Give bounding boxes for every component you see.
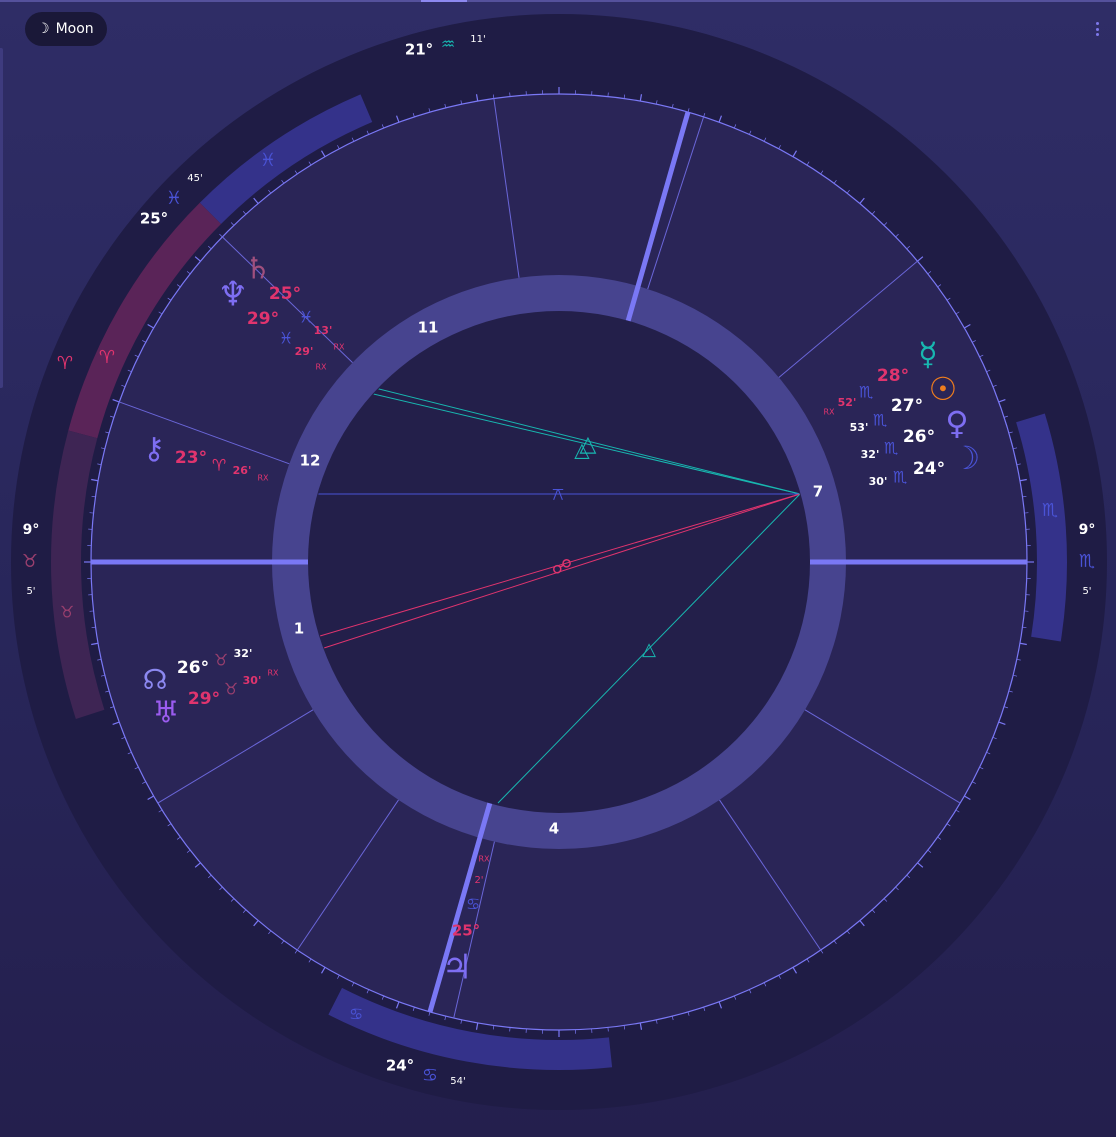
sun-sign-icon: ♏ <box>873 411 887 430</box>
ic-minutes: 54' <box>450 1076 465 1087</box>
pisces-band-icon: ♓ <box>260 150 276 171</box>
mercury-minutes: 52' <box>838 396 857 409</box>
moon-icon: ☽ <box>952 439 981 477</box>
venus-minutes: 32' <box>861 448 880 461</box>
aries-band-icon: ♈ <box>99 347 115 368</box>
saturn-sign-icon: ♓ <box>299 308 313 327</box>
venus-icon: ♀ <box>945 404 968 442</box>
cancer-icon: ♋ <box>422 1065 438 1086</box>
neptune-minutes: 29' <box>295 345 314 358</box>
jupiter-retrograde: RX <box>478 855 490 864</box>
moon-minutes: 30' <box>869 475 888 488</box>
neptune-retrograde: RX <box>315 363 327 372</box>
scorpio-icon: ♏ <box>1079 551 1095 572</box>
uranus-minutes: 30' <box>243 674 262 687</box>
chiron-sign-icon: ♈ <box>212 456 226 475</box>
venus-degree: 26° <box>903 427 935 447</box>
uranus-degree: 29° <box>188 689 220 709</box>
cancer-band-icon: ♋ <box>349 1005 363 1024</box>
moon-sign-icon: ♏ <box>893 468 907 487</box>
mc-degree: 21° <box>405 41 433 59</box>
ac-minutes: 5' <box>26 586 35 597</box>
natal-chart-wheel: △△⚻☍△111214721° ♒ 11'25°♓45'♓♈ ♈♉9°♉5'9°♏5'… <box>11 14 1107 1110</box>
dc-degree: 9° <box>1079 522 1096 538</box>
trine-aspect-icon: △ <box>574 438 590 462</box>
moon-degree: 24° <box>913 459 945 479</box>
mc-minutes: 11' <box>470 34 485 45</box>
uranus-icon: ♅ <box>153 696 180 731</box>
jupiter-icon: ♃ <box>442 948 472 988</box>
saturn-degree: 25° <box>269 284 301 304</box>
saturn-retrograde: RX <box>333 343 345 352</box>
uranus-sign-icon: ♉ <box>224 680 238 699</box>
house-number-11: 11 <box>418 319 439 337</box>
saturn-minutes: 13' <box>314 324 333 337</box>
house-number-4: 4 <box>549 820 559 838</box>
ac-degree: 9° <box>23 522 40 538</box>
venus-sign-icon: ♏ <box>884 439 898 458</box>
sun-icon: ☉ <box>929 370 958 408</box>
house-number-7: 7 <box>813 483 823 501</box>
chiron-icon: ⚷ <box>143 432 165 467</box>
dc-minutes: 5' <box>1082 586 1091 597</box>
chiron-minutes: 26' <box>233 464 252 477</box>
neptune-icon: ♆ <box>218 275 248 315</box>
aries-band-icon: ♈ <box>57 353 73 374</box>
chiron-degree: 23° <box>175 448 207 468</box>
house-number-1: 1 <box>294 620 304 638</box>
taurus-band-icon: ♉ <box>60 603 74 622</box>
jupiter-sign-icon: ♋ <box>466 895 480 914</box>
house-number-12: 12 <box>300 452 321 470</box>
h12-minutes: 45' <box>187 173 202 184</box>
ic-degree: 24° <box>386 1057 414 1075</box>
opposition-aspect-icon: ☍ <box>552 555 572 579</box>
north-node-minutes: 32' <box>234 647 253 660</box>
aquarius-icon: ♒ <box>441 35 455 54</box>
uranus-retrograde: RX <box>267 669 279 678</box>
mercury-icon: ☿ <box>918 335 938 373</box>
jupiter-minutes: 2' <box>474 875 483 886</box>
saturn-icon: ♄ <box>245 252 272 287</box>
north-node-sign-icon: ♉ <box>214 651 228 670</box>
jupiter-degree: 25° <box>452 922 480 940</box>
trine-aspect-icon: △ <box>642 639 656 660</box>
chiron-retrograde: RX <box>257 474 269 483</box>
mercury-sign-icon: ♏ <box>859 383 873 402</box>
neptune-degree: 29° <box>247 309 279 329</box>
quincunx-aspect-icon: ⚻ <box>552 484 564 505</box>
mercury-retrograde: RX <box>823 408 835 417</box>
north-node-icon: ☊ <box>143 663 168 696</box>
mercury-degree: 28° <box>877 366 909 386</box>
taurus-icon: ♉ <box>22 551 38 572</box>
pisces-icon: ♓ <box>166 188 182 209</box>
scorpio-band-icon: ♏ <box>1042 500 1058 521</box>
sun-minutes: 53' <box>850 421 869 434</box>
neptune-sign-icon: ♓ <box>279 329 293 348</box>
north-node-degree: 26° <box>177 658 209 678</box>
sun-degree: 27° <box>891 396 923 416</box>
h12-degree: 25° <box>140 210 168 228</box>
